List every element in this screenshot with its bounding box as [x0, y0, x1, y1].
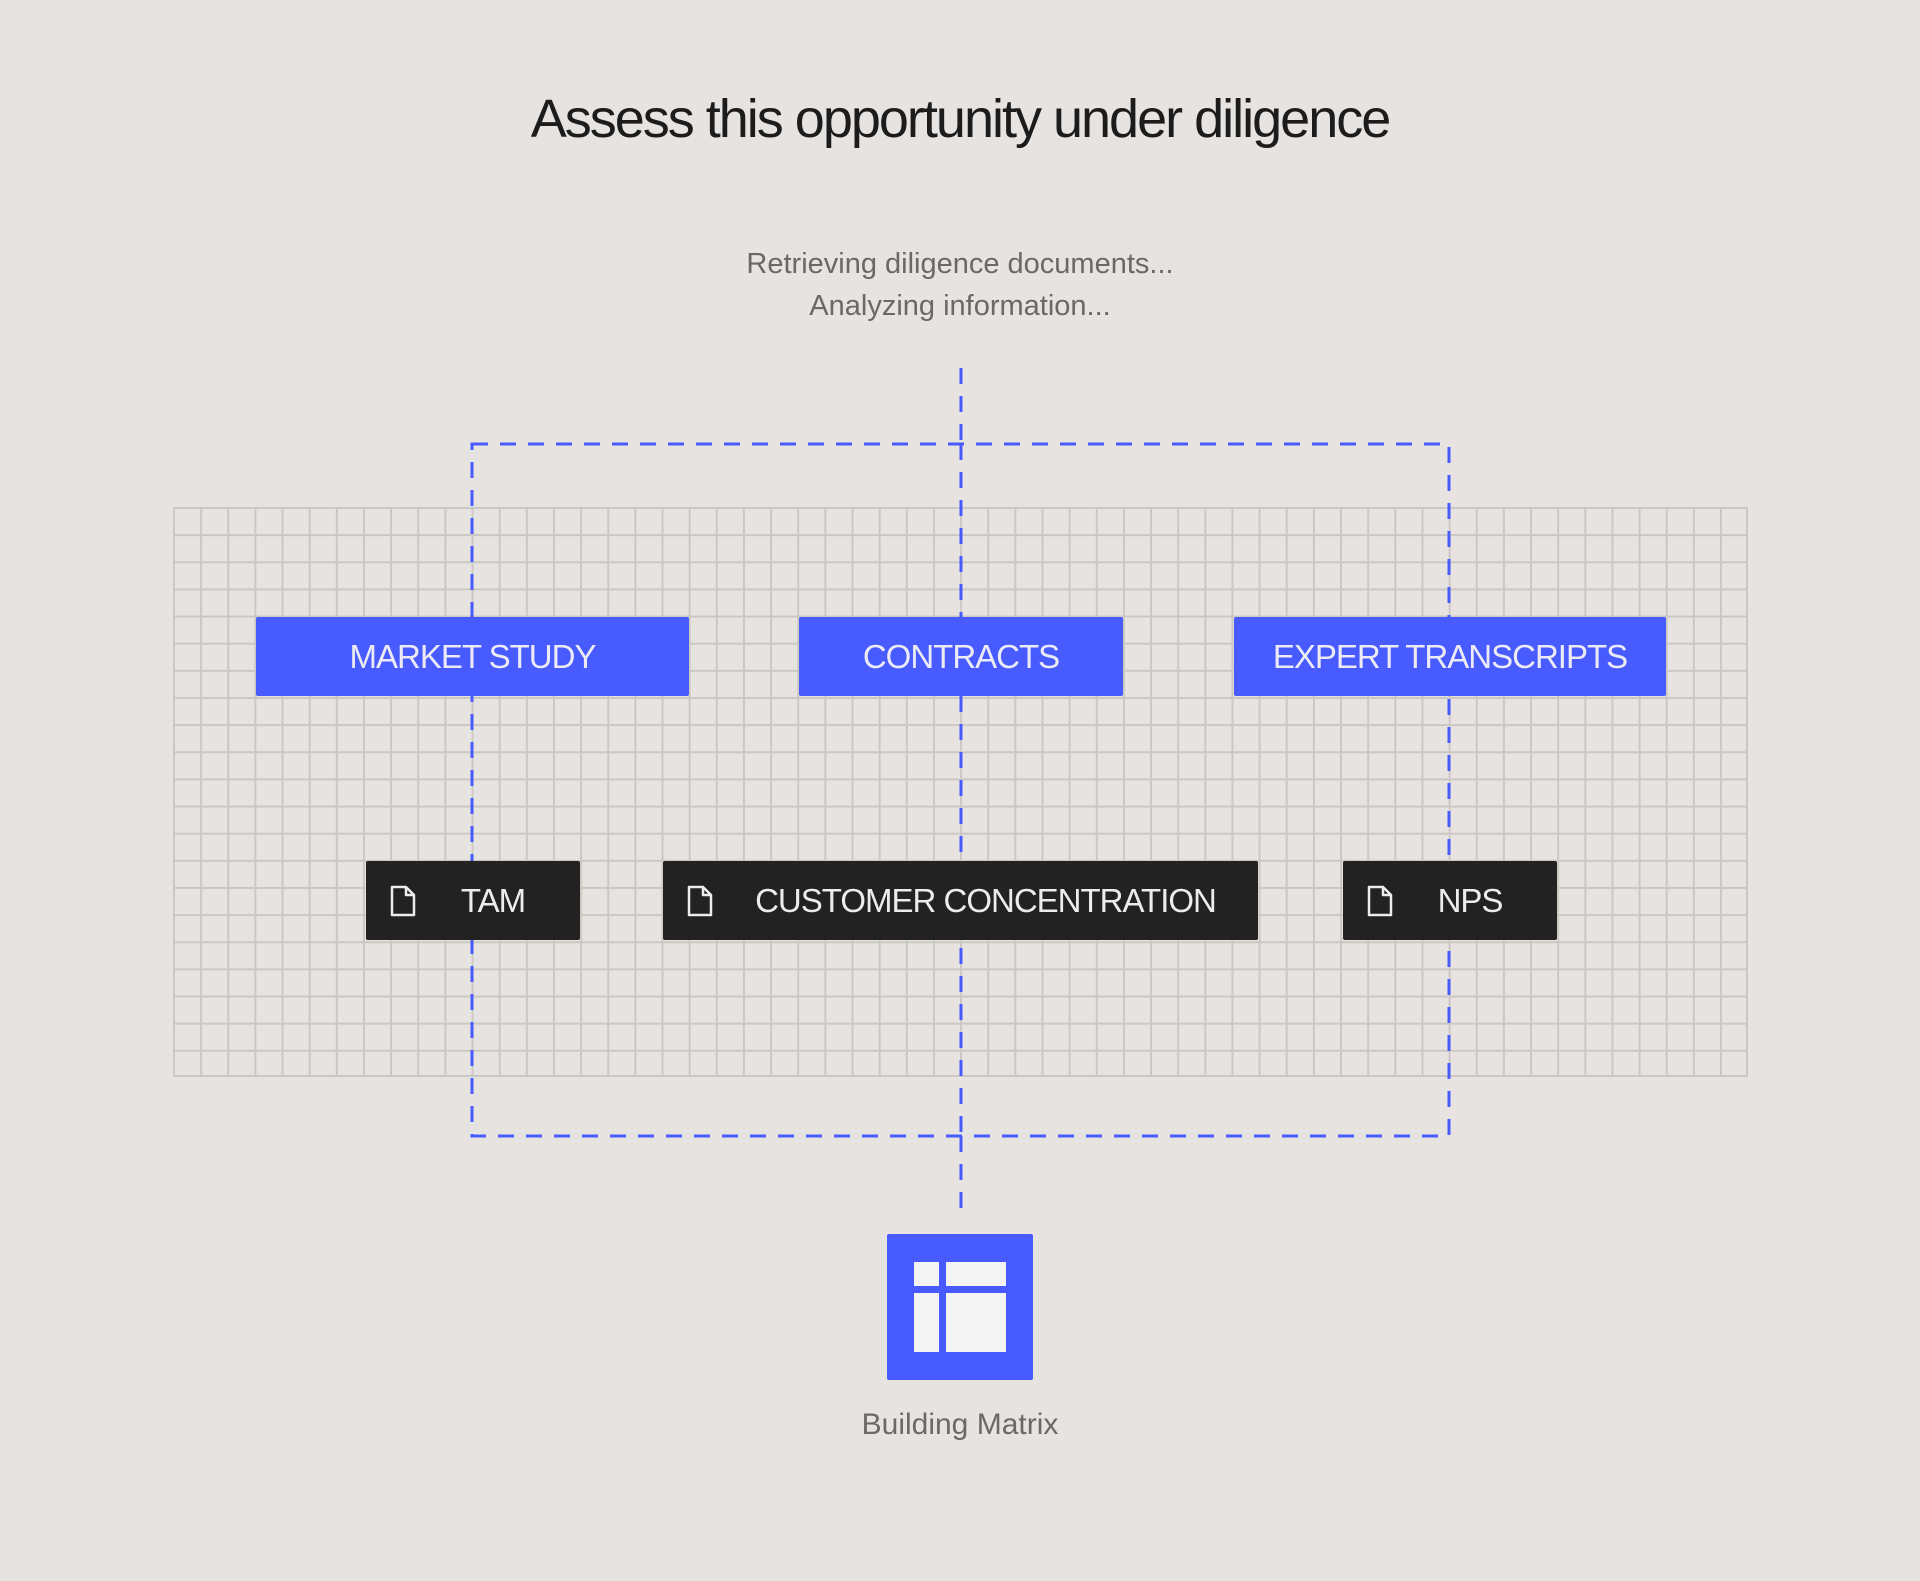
- document-customer-concentration[interactable]: CUSTOMER CONCENTRATION: [663, 861, 1258, 940]
- matrix-cell-top-left: [914, 1262, 939, 1286]
- output-caption: Building Matrix: [861, 1408, 1059, 1441]
- source-contracts[interactable]: CONTRACTS: [799, 617, 1123, 696]
- document-label: TAM: [460, 881, 526, 919]
- document-label: CUSTOMER CONCENTRATION: [755, 881, 1217, 919]
- document-icon: [390, 885, 416, 917]
- document-icon: [1367, 885, 1393, 917]
- document-icon: [687, 885, 713, 917]
- source-expert-transcripts[interactable]: EXPERT TRANSCRIPTS: [1234, 617, 1666, 696]
- source-label: EXPERT TRANSCRIPTS: [1272, 637, 1628, 675]
- source-label: CONTRACTS: [862, 637, 1060, 675]
- matrix-cell-bottom-right: [946, 1293, 1006, 1352]
- document-tam[interactable]: TAM: [366, 861, 580, 940]
- source-market-study[interactable]: MARKET STUDY: [256, 617, 689, 696]
- matrix-table-icon[interactable]: [887, 1234, 1033, 1380]
- document-label: NPS: [1437, 881, 1504, 919]
- source-label: MARKET STUDY: [349, 637, 597, 675]
- document-nps[interactable]: NPS: [1343, 861, 1557, 940]
- matrix-cell-top-right: [946, 1262, 1006, 1286]
- matrix-cell-bottom-left: [914, 1293, 939, 1352]
